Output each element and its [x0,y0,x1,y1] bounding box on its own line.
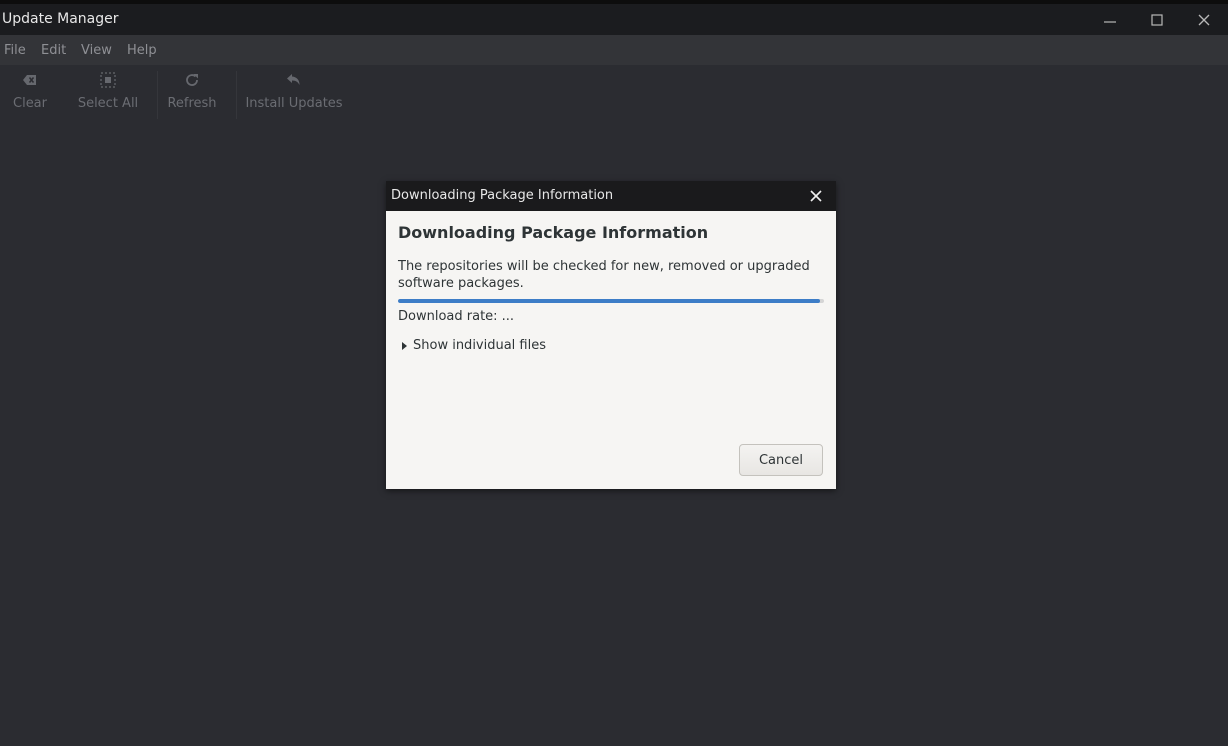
download-dialog: Downloading Package Information Download… [386,181,836,489]
show-individual-files-expander[interactable]: Show individual files [402,338,546,353]
minimize-button[interactable] [1095,8,1125,32]
undo-arrow-icon [287,74,300,85]
dialog-description: The repositories will be checked for new… [398,259,810,291]
cancel-button[interactable]: Cancel [739,444,823,476]
refresh-label: Refresh [167,96,217,111]
expander-arrow-icon [402,341,407,350]
dialog-titlebar[interactable]: Downloading Package Information [386,181,836,211]
select-all-button[interactable]: Select All [76,65,140,121]
refresh-icon [186,74,198,86]
menu-help[interactable]: Help [127,43,157,58]
refresh-button[interactable]: Refresh [164,65,220,121]
window-title: Update Manager [2,11,119,27]
close-button[interactable] [1189,8,1219,32]
clear-label: Clear [13,96,47,111]
menubar: File Edit View Help [0,35,1228,65]
install-updates-label: Install Updates [245,96,343,111]
maximize-icon [1151,14,1163,26]
maximize-button[interactable] [1142,8,1172,32]
menu-edit[interactable]: Edit [41,43,66,58]
select-all-icon [100,72,116,88]
update-manager-window: Update Manager File Edit View Help Clear [0,0,1228,746]
toolbar: Clear Select All Refresh Install Updates [0,65,1228,121]
install-updates-button[interactable]: Install Updates [244,65,344,121]
download-rate: Download rate: ... [398,309,515,324]
minimize-icon [1104,21,1116,23]
toolbar-separator [157,71,158,119]
select-all-label: Select All [77,96,139,111]
close-icon[interactable] [808,188,824,204]
window-titlebar[interactable]: Update Manager [0,4,1228,35]
menu-file[interactable]: File [4,43,26,58]
close-icon [1198,14,1210,26]
dialog-window-title: Downloading Package Information [391,188,614,203]
clear-button[interactable]: Clear [10,65,50,121]
progress-fill [398,299,820,303]
expander-label: Show individual files [413,338,547,353]
dialog-heading: Downloading Package Information [398,223,709,242]
backspace-icon [23,75,36,85]
menu-view[interactable]: View [81,43,112,58]
progress-bar [398,299,824,303]
toolbar-separator [236,71,237,119]
